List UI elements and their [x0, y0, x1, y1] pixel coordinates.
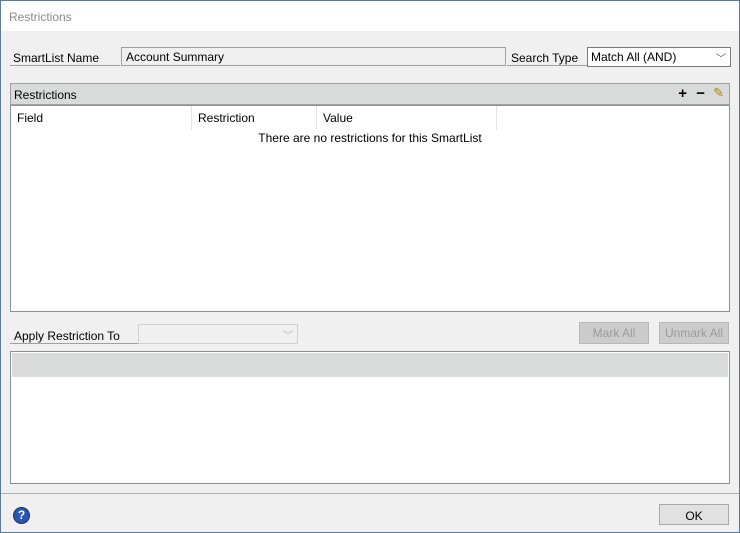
apply-list[interactable] — [10, 351, 730, 484]
ok-button[interactable]: OK — [659, 504, 729, 525]
apply-restriction-select[interactable]: ﹀ — [138, 324, 298, 344]
search-type-value: Match All (AND) — [591, 50, 677, 64]
smartlist-name-label: SmartList Name — [10, 47, 120, 66]
empty-message: There are no restrictions for this Smart… — [258, 131, 482, 145]
chevron-down-icon: ﹀ — [716, 54, 726, 65]
window-title: Restrictions — [1, 1, 739, 31]
help-icon[interactable]: ? — [13, 507, 30, 524]
chevron-down-icon: ﹀ — [283, 331, 293, 342]
footer-divider — [1, 493, 739, 494]
column-header-value[interactable]: Value — [317, 106, 497, 130]
restrictions-window: Restrictions SmartList Name Account Summ… — [0, 0, 740, 533]
search-type-label: Search Type — [507, 47, 587, 66]
restrictions-header-label: Restrictions — [14, 88, 77, 102]
apply-restriction-label: Apply Restriction To — [10, 325, 138, 344]
restrictions-header: Restrictions + − ✎ — [10, 83, 730, 105]
search-type-select[interactable]: Match All (AND) ﹀ — [587, 47, 731, 67]
unmark-all-button[interactable]: Unmark All — [659, 322, 729, 344]
pencil-icon[interactable]: ✎ — [713, 85, 724, 101]
column-header-restriction[interactable]: Restriction — [192, 106, 317, 130]
plus-icon[interactable]: + — [678, 85, 687, 102]
mark-all-button[interactable]: Mark All — [579, 322, 649, 344]
smartlist-name-field: Account Summary — [121, 47, 506, 66]
minus-icon[interactable]: − — [696, 85, 705, 102]
column-header-field[interactable]: Field — [11, 106, 192, 130]
apply-list-header — [12, 353, 728, 377]
restrictions-list[interactable]: Field Restriction Value There are no res… — [10, 105, 730, 312]
